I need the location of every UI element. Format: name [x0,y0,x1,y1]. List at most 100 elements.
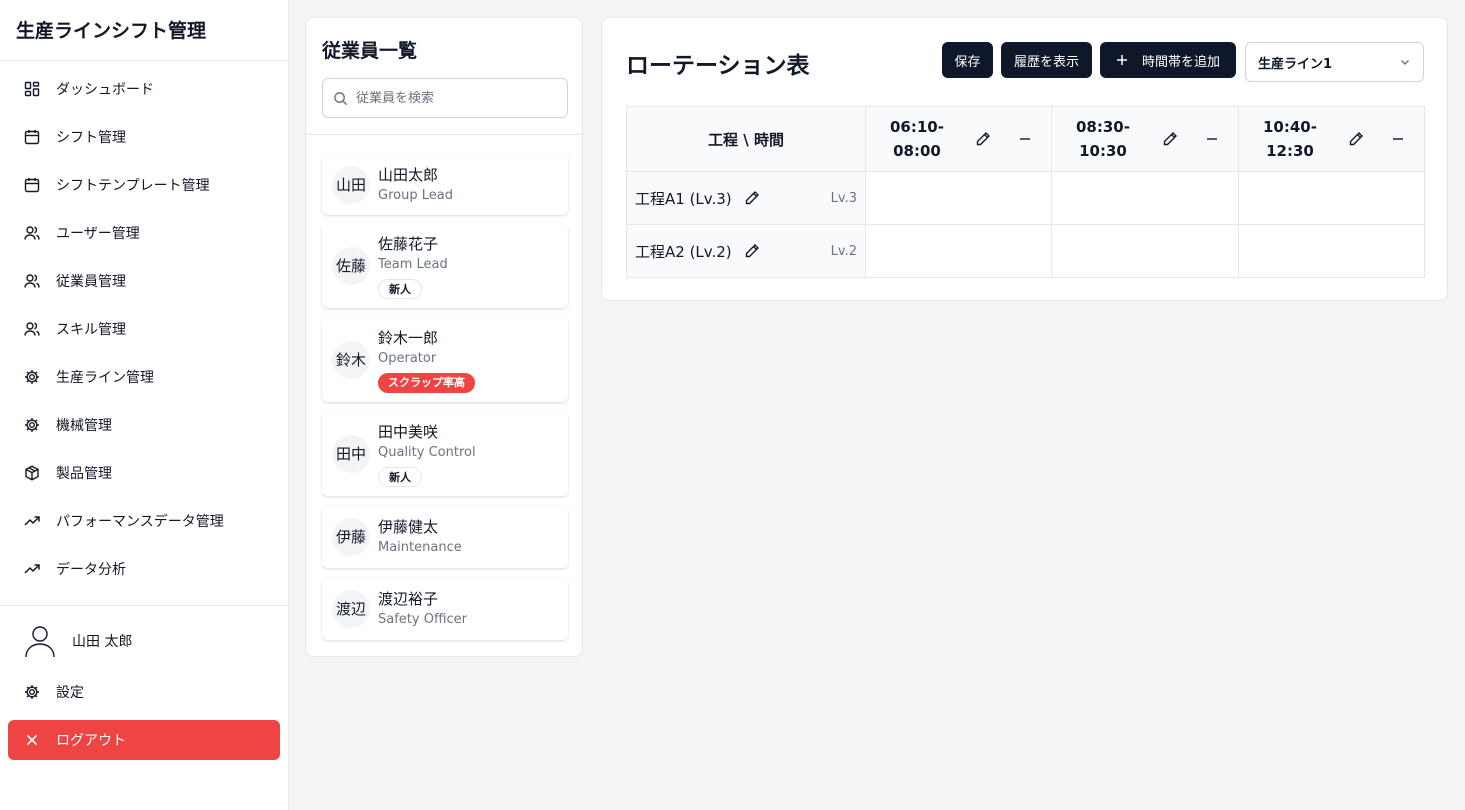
settings-label: 設定 [56,685,84,701]
employee-name: 山田太郎 [378,165,439,184]
dashboard-icon [24,81,40,97]
users-icon [24,273,40,289]
trending-up-icon [24,513,40,529]
employee-name: 渡辺裕子 [378,589,439,608]
sidebar-item-label: パフォーマンスデータ管理 [56,514,224,530]
assignment-cell[interactable] [1051,171,1239,225]
time-slot-header: 08:30- 10:30 [1051,106,1239,172]
user-avatar-icon [24,624,56,658]
edit-time-slot-pencil-icon[interactable] [1348,131,1364,147]
package-icon [24,465,40,481]
sidebar-item-label: シフトテンプレート管理 [56,178,210,194]
users-icon [24,225,40,241]
employee-search-input[interactable] [356,90,556,106]
gear-icon [24,417,40,433]
employee-role: Group Lead [378,187,453,203]
sidebar-item-machines[interactable]: 機械管理 [8,405,280,445]
edit-time-slot-pencil-icon[interactable] [1162,131,1178,147]
sidebar-item-employees[interactable]: 従業員管理 [8,261,280,301]
time-slot-start: 10:40- [1263,118,1317,136]
remove-time-slot-minus-icon[interactable] [1019,133,1031,145]
process-name: 工程A1 (Lv.3) [635,189,732,208]
sidebar-item-data-analysis[interactable]: データ分析 [8,549,280,589]
new-employee-badge: 新人 [378,466,422,487]
sidebar-item-skills[interactable]: スキル管理 [8,309,280,349]
sidebar-item-products[interactable]: 製品管理 [8,453,280,493]
add-time-slot-button[interactable]: 時間帯を追加 [1100,42,1236,78]
sidebar-item-label: 生産ライン管理 [56,370,154,386]
assignment-cell[interactable] [865,224,1052,278]
process-name: 工程A2 (Lv.2) [635,242,732,261]
table-row: 工程A2 (Lv.2) Lv.2 [626,224,1425,278]
show-history-button[interactable]: 履歴を表示 [1001,42,1092,78]
employee-role: Team Lead [378,256,448,272]
employee-card[interactable]: 鈴木 鈴木一郎 Operator スクラップ率高 [322,317,568,402]
employee-role: Operator [378,350,437,366]
edit-time-slot-pencil-icon[interactable] [975,131,991,147]
employee-role: Quality Control [378,444,476,460]
employee-card[interactable]: 田中 田中美咲 Quality Control 新人 [322,411,568,496]
process-cell: 工程A1 (Lv.3) Lv.3 [626,171,866,225]
user-name: 山田 太郎 [72,634,133,650]
edit-process-pencil-icon[interactable] [744,190,760,206]
sidebar-item-dashboard[interactable]: ダッシュボード [8,69,280,109]
users-icon [24,321,40,337]
employee-name: 伊藤健太 [378,517,439,536]
rotation-panel: ローテーション表 保存 履歴を表示 時間帯を追加 生産ライン1 工程 \ 時間 … [601,17,1448,301]
sidebar-item-label: 製品管理 [56,466,112,482]
current-user[interactable]: 山田 太郎 [24,624,132,658]
sidebar-item-performance-data[interactable]: パフォーマンスデータ管理 [8,501,280,541]
settings-button[interactable]: 設定 [8,672,280,712]
sidebar-item-shifts[interactable]: シフト管理 [8,117,280,157]
time-slot-start: 06:10- [890,118,944,136]
employee-name: 鈴木一郎 [378,328,439,347]
sidebar-item-shift-templates[interactable]: シフトテンプレート管理 [8,165,280,205]
employee-role: Safety Officer [378,611,468,627]
gear-icon [24,369,40,385]
time-slot-end: 08:00 [893,142,941,160]
process-cell: 工程A2 (Lv.2) Lv.2 [626,224,866,278]
time-slot-end: 12:30 [1266,142,1314,160]
corner-header: 工程 \ 時間 [626,106,866,172]
add-time-slot-label: 時間帯を追加 [1141,54,1220,70]
plus-icon [1116,54,1128,66]
production-line-selected: 生産ライン1 [1258,56,1333,72]
production-line-select[interactable]: 生産ライン1 [1245,42,1424,82]
time-slot-header: 10:40- 12:30 [1238,106,1425,172]
employee-card[interactable]: 伊藤 伊藤健太 Maintenance [322,505,568,568]
gear-icon [24,684,40,700]
employee-avatar: 佐藤 [332,246,370,285]
time-slot-end: 10:30 [1079,142,1127,160]
sidebar-item-label: 従業員管理 [56,274,126,290]
sidebar-item-users[interactable]: ユーザー管理 [8,213,280,253]
assignment-cell[interactable] [1238,224,1425,278]
logout-button[interactable]: ログアウト [8,720,280,760]
employee-role: Maintenance [378,539,462,555]
employee-card[interactable]: 佐藤 佐藤花子 Team Lead 新人 [322,223,568,308]
assignment-cell[interactable] [1238,171,1425,225]
high-scrap-rate-badge: スクラップ率高 [378,372,475,393]
save-button[interactable]: 保存 [942,42,993,78]
assignment-cell[interactable] [1051,224,1239,278]
edit-process-pencil-icon[interactable] [744,243,760,259]
sidebar-item-label: シフト管理 [56,130,126,146]
rotation-title: ローテーション表 [626,53,810,79]
employee-card[interactable]: 渡辺 渡辺裕子 Safety Officer [322,577,568,640]
process-level: Lv.2 [830,243,857,259]
employee-card[interactable]: 山田 山田太郎 Group Lead [322,154,568,215]
employee-name: 田中美咲 [378,422,439,441]
employee-avatar: 山田 [332,165,370,204]
remove-time-slot-minus-icon[interactable] [1392,133,1404,145]
logout-label: ログアウト [56,732,126,748]
assignment-cell[interactable] [865,171,1052,225]
app-title: 生産ラインシフト管理 [16,20,207,42]
calendar-icon [24,177,40,193]
employee-search [322,78,568,118]
remove-time-slot-minus-icon[interactable] [1206,133,1218,145]
sidebar-item-label: ダッシュボード [56,82,154,98]
time-slot-start: 08:30- [1076,118,1130,136]
rotation-table: 工程 \ 時間 06:10- 08:00 08:30- 10:30 10:40-… [626,106,1425,278]
sidebar-item-production-lines[interactable]: 生産ライン管理 [8,357,280,397]
sidebar-item-label: データ分析 [56,562,126,578]
process-level: Lv.3 [830,190,857,206]
